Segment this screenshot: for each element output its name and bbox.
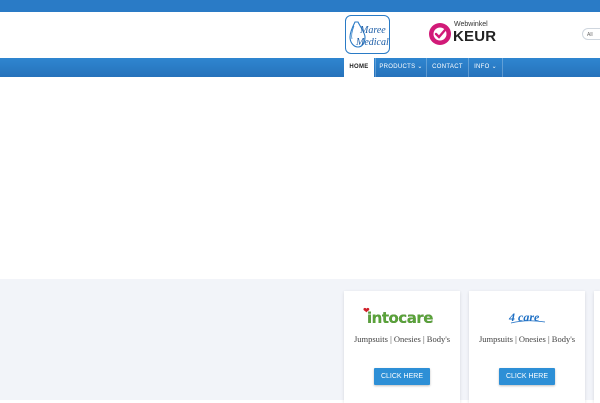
keur-small-text: Webwinkel bbox=[454, 21, 488, 28]
nav-info[interactable]: Info ⌄ bbox=[468, 58, 503, 77]
click-here-button[interactable]: CLICK HERE bbox=[499, 368, 555, 385]
nav-products[interactable]: Products ⌄ bbox=[375, 58, 426, 77]
top-accent-bar bbox=[0, 0, 600, 12]
keur-badge-icon bbox=[429, 23, 451, 45]
nav-home[interactable]: Home bbox=[344, 58, 374, 77]
brand-card-intocare[interactable]: ❤ intocare Jumpsuits | Onesies | Body's … bbox=[344, 291, 460, 403]
click-here-button[interactable]: CLICK HERE bbox=[374, 368, 430, 385]
hero-area bbox=[0, 77, 600, 279]
nav-contact[interactable]: Contact bbox=[426, 58, 468, 77]
site-header: Maree Medical Webwinkel KEUR All bbox=[0, 12, 600, 58]
maree-medical-logo[interactable]: Maree Medical bbox=[345, 15, 390, 54]
card-description: Jumpsuits | Onesies | Body's bbox=[478, 334, 576, 344]
4care-logo-graphic: 4 care bbox=[508, 310, 546, 324]
4care-logo-text: 4 care bbox=[508, 310, 540, 324]
water-drop-icon: Maree Medical bbox=[349, 21, 389, 48]
brand-card-partial[interactable] bbox=[594, 291, 600, 403]
intocare-logo-text: intocare bbox=[367, 309, 433, 327]
card-description: Jumpsuits | Onesies | Body's bbox=[353, 334, 451, 344]
logo-text-medical: Medical bbox=[355, 37, 389, 48]
language-select[interactable]: All bbox=[582, 28, 600, 40]
intocare-logo: ❤ intocare bbox=[362, 306, 442, 328]
main-navigation: Home Products ⌄ Contact Info ⌄ bbox=[0, 58, 600, 77]
brand-section: ❤ intocare Jumpsuits | Onesies | Body's … bbox=[0, 279, 600, 403]
keur-big-text: KEUR bbox=[453, 28, 497, 45]
webwinkel-keur-logo[interactable]: Webwinkel KEUR bbox=[428, 21, 496, 47]
brand-card-4care[interactable]: 4 care Jumpsuits | Onesies | Body's CLIC… bbox=[469, 291, 585, 403]
4care-logo: 4 care bbox=[507, 303, 551, 325]
logo-text-maree: Maree bbox=[359, 25, 386, 36]
